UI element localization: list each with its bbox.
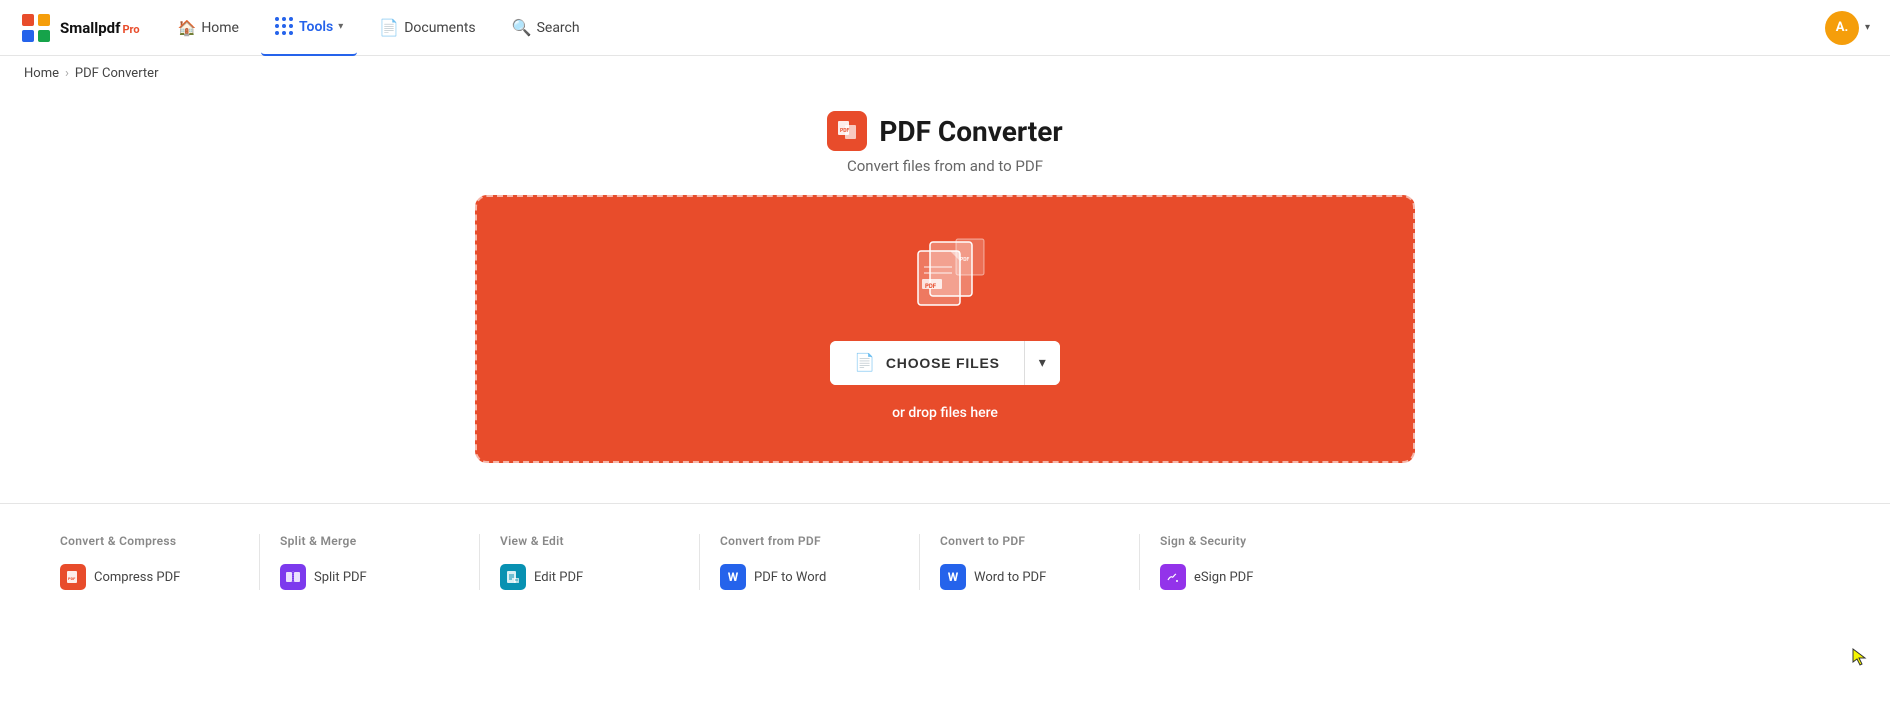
breadcrumb: Home › PDF Converter: [0, 56, 1890, 91]
tool-category-view-edit: View & Edit Edit PDF: [480, 534, 700, 590]
tool-item-split-pdf[interactable]: Split PDF: [280, 564, 459, 590]
nav-search[interactable]: 🔍 Search: [498, 0, 594, 56]
cursor-indicator: [1852, 648, 1870, 666]
nav-search-label: Search: [537, 20, 580, 36]
tools-chevron-icon: ▾: [338, 21, 343, 32]
category-title-convert-compress: Convert & Compress: [60, 534, 239, 548]
category-title-from-pdf: Convert from PDF: [720, 534, 899, 548]
word-to-pdf-icon: W: [940, 564, 966, 590]
tool-item-esign-pdf[interactable]: eSign PDF: [1160, 564, 1340, 590]
esign-pdf-icon: [1160, 564, 1186, 590]
category-title-sign-security: Sign & Security: [1160, 534, 1340, 548]
edit-pdf-icon: [500, 564, 526, 590]
svg-text:PDF: PDF: [68, 576, 76, 581]
nav-home[interactable]: 🏠 Home: [164, 0, 253, 56]
pdf-to-word-icon: W: [720, 564, 746, 590]
dropdown-chevron-icon: ▾: [1039, 355, 1046, 371]
breadcrumb-separator: ›: [65, 66, 69, 81]
tool-item-word-to-pdf[interactable]: W Word to PDF: [940, 564, 1119, 590]
tools-grid: Convert & Compress PDF Compress PDF Spli…: [40, 534, 1360, 590]
category-title-view-edit: View & Edit: [500, 534, 679, 548]
file-upload-icon: 📄: [854, 353, 876, 373]
main-content: PDF PDF Converter Convert files from and…: [0, 91, 1890, 463]
tool-item-compress-pdf[interactable]: PDF Compress PDF: [60, 564, 239, 590]
logo[interactable]: SmallpdfPro: [20, 12, 140, 44]
breadcrumb-current: PDF Converter: [75, 66, 159, 81]
choose-files-label: CHOOSE FILES: [886, 355, 1000, 371]
svg-text:PDF: PDF: [960, 257, 969, 263]
compress-pdf-label: Compress PDF: [94, 570, 180, 585]
tool-item-pdf-to-word[interactable]: W PDF to Word: [720, 564, 899, 590]
tool-category-to-pdf: Convert to PDF W Word to PDF: [920, 534, 1140, 590]
svg-text:PDF: PDF: [925, 283, 937, 290]
pdf-converter-icon: PDF: [827, 111, 867, 151]
avatar-chevron-icon: ▾: [1865, 22, 1870, 33]
file-illustration: PDF PDF: [900, 237, 990, 321]
category-title-split-merge: Split & Merge: [280, 534, 459, 548]
choose-files-row: 📄 CHOOSE FILES ▾: [830, 341, 1060, 385]
esign-pdf-label: eSign PDF: [1194, 570, 1253, 585]
section-divider: [0, 503, 1890, 504]
choose-files-dropdown-button[interactable]: ▾: [1024, 341, 1060, 385]
word-to-pdf-label: Word to PDF: [974, 570, 1046, 585]
category-title-to-pdf: Convert to PDF: [940, 534, 1119, 548]
tool-item-edit-pdf[interactable]: Edit PDF: [500, 564, 679, 590]
page-title: PDF Converter: [879, 115, 1062, 148]
tool-category-from-pdf: Convert from PDF W PDF to Word: [700, 534, 920, 590]
documents-icon: 📄: [379, 18, 399, 37]
page-subtitle: Convert files from and to PDF: [847, 157, 1043, 175]
navbar: SmallpdfPro 🏠 Home Tools ▾ 📄 Documents 🔍…: [0, 0, 1890, 56]
tool-category-convert-compress: Convert & Compress PDF Compress PDF: [40, 534, 260, 590]
page-header: PDF PDF Converter Convert files from and…: [827, 111, 1062, 175]
bottom-tools: Convert & Compress PDF Compress PDF Spli…: [0, 534, 1400, 630]
drop-files-text: or drop files here: [892, 405, 998, 421]
home-icon: 🏠: [178, 19, 197, 37]
avatar[interactable]: A.: [1825, 11, 1859, 45]
tools-grid-icon: [275, 17, 294, 36]
nav-documents-label: Documents: [404, 20, 475, 36]
tool-category-split-merge: Split & Merge Split PDF: [260, 534, 480, 590]
user-menu[interactable]: A. ▾: [1825, 11, 1870, 45]
tool-category-sign-security: Sign & Security eSign PDF: [1140, 534, 1360, 590]
nav-documents[interactable]: 📄 Documents: [365, 0, 489, 56]
pdf-to-word-label: PDF to Word: [754, 570, 826, 585]
choose-files-button[interactable]: 📄 CHOOSE FILES: [830, 341, 1024, 385]
svg-text:PDF: PDF: [840, 128, 849, 134]
nav-home-label: Home: [201, 20, 239, 36]
split-pdf-icon: [280, 564, 306, 590]
logo-brand: SmallpdfPro: [60, 18, 140, 37]
edit-pdf-label: Edit PDF: [534, 570, 583, 585]
nav-tools-label: Tools: [299, 19, 333, 35]
drop-zone[interactable]: PDF PDF 📄 CHOOSE FILES ▾ or drop files h…: [475, 195, 1415, 463]
split-pdf-label: Split PDF: [314, 570, 367, 585]
breadcrumb-home[interactable]: Home: [24, 66, 59, 81]
page-title-row: PDF PDF Converter: [827, 111, 1062, 151]
search-icon: 🔍: [512, 18, 532, 37]
nav-tools[interactable]: Tools ▾: [261, 0, 357, 56]
compress-pdf-icon: PDF: [60, 564, 86, 590]
